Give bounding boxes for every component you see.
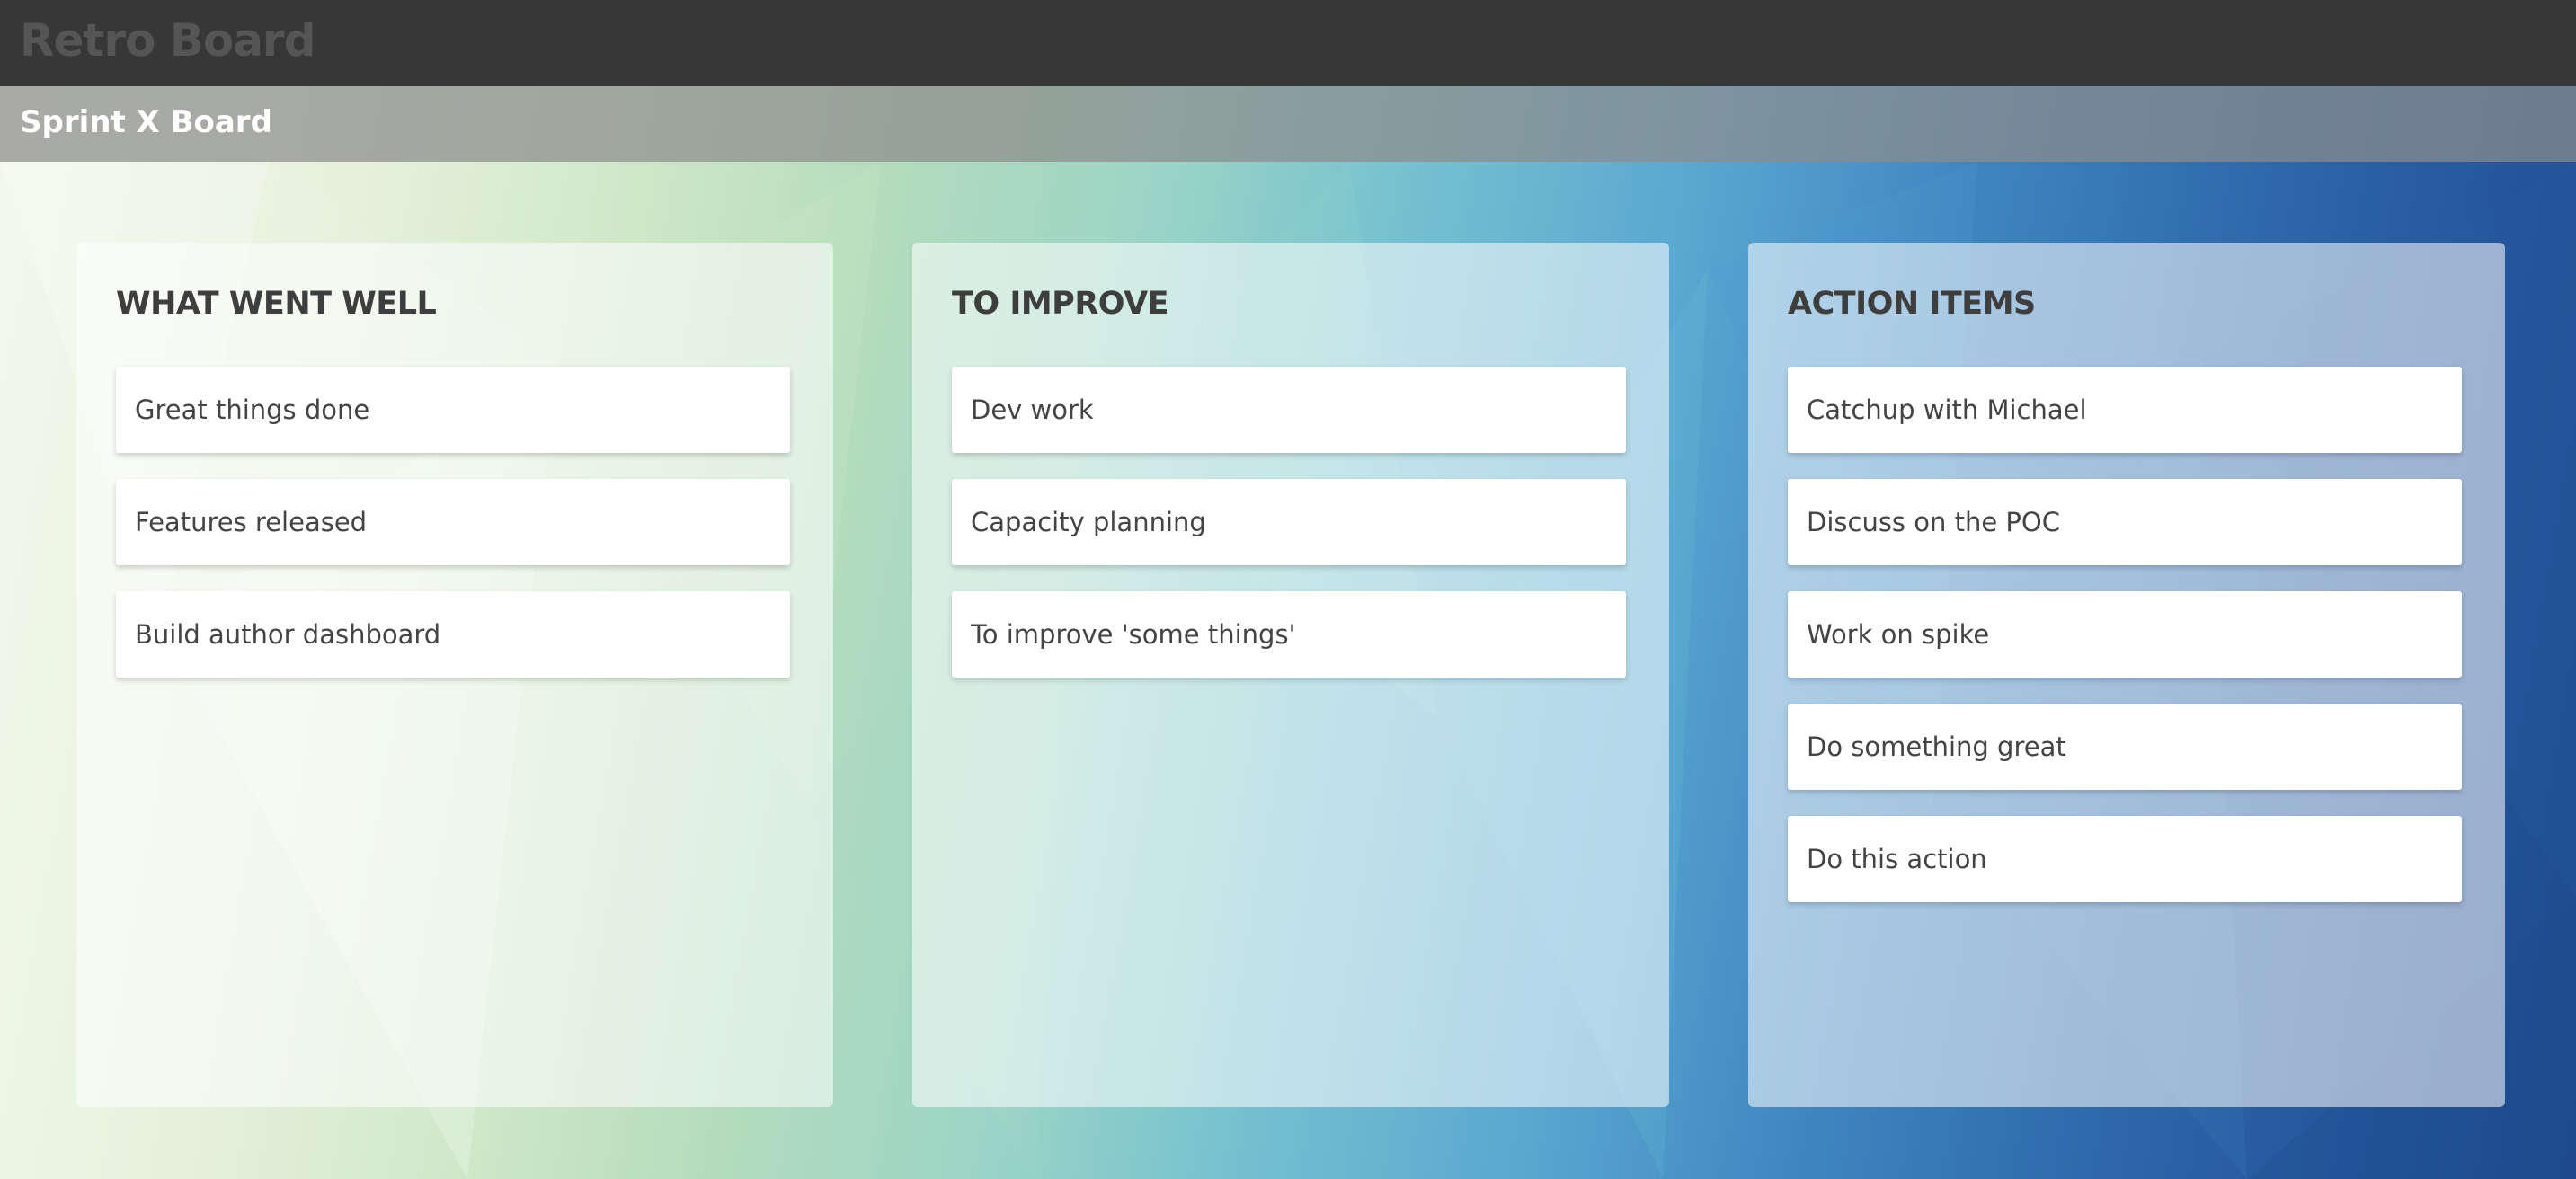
column-to-improve: TO IMPROVE Dev work Capacity planning To… bbox=[912, 243, 1669, 1107]
retro-card[interactable]: To improve 'some things' bbox=[952, 591, 1626, 678]
app-header: Retro Board bbox=[0, 0, 2576, 86]
retro-card[interactable]: Great things done bbox=[116, 367, 790, 453]
retro-card[interactable]: Do this action bbox=[1788, 816, 2462, 902]
retro-card[interactable]: Discuss on the POC bbox=[1788, 479, 2462, 565]
card-list: Dev work Capacity planning To improve 's… bbox=[952, 367, 1630, 678]
retro-card[interactable]: Catchup with Michael bbox=[1788, 367, 2462, 453]
card-list: Great things done Features released Buil… bbox=[116, 367, 794, 678]
retro-card[interactable]: Build author dashboard bbox=[116, 591, 790, 678]
board-header: Sprint X Board bbox=[0, 86, 2576, 162]
retro-card[interactable]: Features released bbox=[116, 479, 790, 565]
board-title: Sprint X Board bbox=[20, 104, 272, 140]
column-what-went-well: WHAT WENT WELL Great things done Feature… bbox=[76, 243, 833, 1107]
column-action-items: ACTION ITEMS Catchup with Michael Discus… bbox=[1748, 243, 2505, 1107]
retro-card[interactable]: Work on spike bbox=[1788, 591, 2462, 678]
retro-card[interactable]: Capacity planning bbox=[952, 479, 1626, 565]
app-title[interactable]: Retro Board bbox=[20, 14, 315, 66]
card-list: Catchup with Michael Discuss on the POC … bbox=[1788, 367, 2465, 902]
column-title: WHAT WENT WELL bbox=[116, 286, 437, 322]
column-title: TO IMPROVE bbox=[952, 286, 1169, 322]
column-title: ACTION ITEMS bbox=[1788, 286, 2036, 322]
retro-card[interactable]: Do something great bbox=[1788, 704, 2462, 790]
retro-card[interactable]: Dev work bbox=[952, 367, 1626, 453]
